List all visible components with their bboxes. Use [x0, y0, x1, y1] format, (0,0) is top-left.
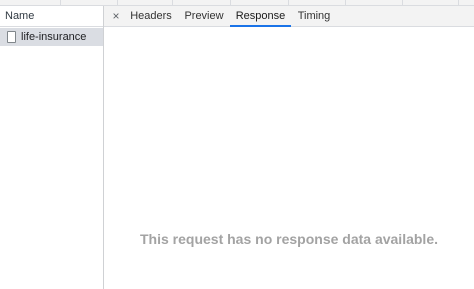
request-row-life-insurance[interactable]: life-insurance — [0, 28, 103, 46]
name-column-header[interactable]: Name — [0, 6, 103, 27]
tab-headers[interactable]: Headers — [129, 6, 173, 27]
empty-response-message: This request has no response data availa… — [140, 231, 438, 247]
request-list-pane: Name life-insurance — [0, 6, 104, 289]
tab-response[interactable]: Response — [230, 6, 291, 27]
request-detail-pane: × Headers Preview Response Timing This r… — [104, 6, 474, 289]
tab-timing[interactable]: Timing — [296, 6, 332, 27]
tab-preview[interactable]: Preview — [183, 6, 225, 27]
document-icon — [7, 31, 16, 43]
toolbar-divider — [288, 0, 289, 5]
toolbar-divider — [117, 0, 118, 5]
toolbar-divider — [402, 0, 403, 5]
toolbar-divider — [60, 0, 61, 5]
detail-tab-bar: × Headers Preview Response Timing — [104, 6, 474, 27]
request-name: life-insurance — [21, 31, 87, 43]
toolbar-divider — [458, 0, 459, 5]
toolbar-divider — [230, 0, 231, 5]
toolbar-divider — [345, 0, 346, 5]
close-icon[interactable]: × — [110, 6, 122, 27]
toolbar-divider — [172, 0, 173, 5]
